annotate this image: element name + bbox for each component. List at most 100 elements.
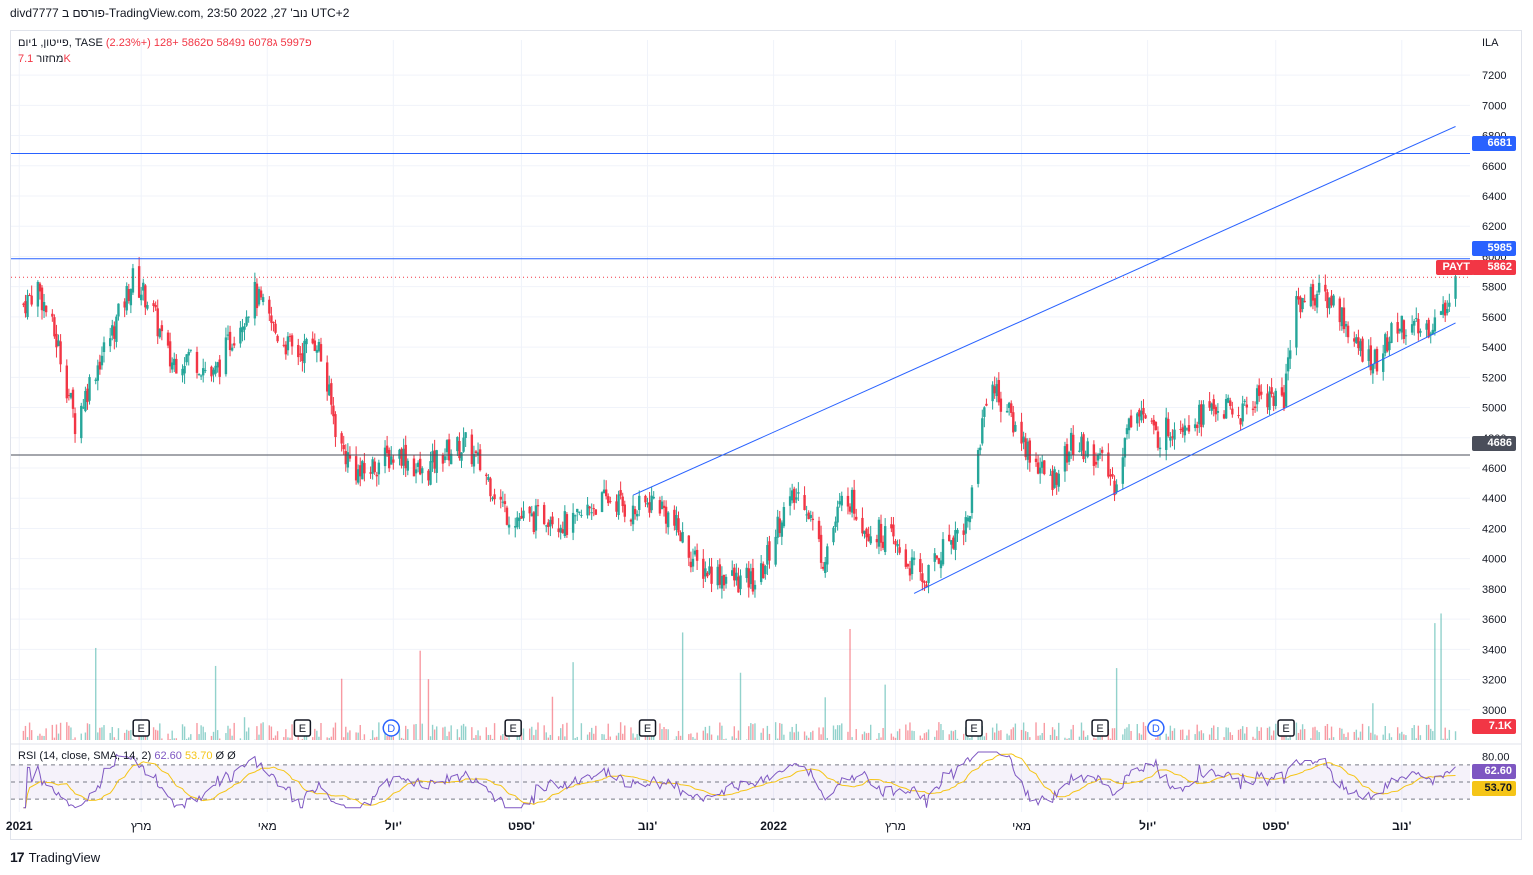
candle-body (218, 359, 221, 377)
candle-body (427, 470, 430, 481)
candle-body (652, 496, 655, 499)
candle-body (286, 336, 290, 351)
candle-body (170, 362, 174, 370)
candle-body (416, 462, 420, 467)
candle-body (272, 321, 275, 324)
candle-body (921, 573, 924, 582)
candle-body (1080, 436, 1083, 451)
candle-body (602, 489, 606, 494)
candle-body (1375, 348, 1379, 372)
earnings-marker-label: E (138, 723, 145, 735)
candle-body (865, 528, 868, 538)
channel-lower-line (913, 322, 1456, 594)
candle-body (257, 289, 261, 305)
candle-body (55, 333, 58, 348)
y-tick-label: 4000 (1482, 554, 1506, 566)
symbol-label[interactable]: פייטון, 1יום, TASE (18, 37, 103, 49)
candle-body (607, 496, 610, 504)
candle-body (675, 515, 678, 530)
candle-body (189, 349, 192, 351)
candle-body (702, 558, 705, 579)
candle-body (144, 285, 147, 308)
candle-body (762, 563, 765, 579)
candle-body (1152, 419, 1156, 426)
candle-body (542, 504, 546, 525)
candle-body (1253, 406, 1257, 408)
candle-body (183, 365, 186, 374)
candle-body (1270, 387, 1273, 395)
candle-body (710, 566, 713, 584)
candle-body (127, 289, 130, 301)
candle-body (658, 500, 662, 514)
candle-body (850, 489, 854, 513)
candle-body (348, 455, 352, 459)
earnings-marker-label: E (644, 723, 651, 735)
candle-body (768, 541, 771, 561)
rsi-label[interactable]: RSI (14, close, SMA, 14, 2) (18, 750, 151, 762)
candle-body (908, 568, 912, 576)
volume-label[interactable]: מחזור (36, 53, 63, 65)
candle-body (282, 344, 285, 346)
candle-body (354, 456, 358, 481)
candle-body (848, 506, 852, 512)
candle-body (199, 375, 203, 377)
candle-body (1328, 297, 1331, 309)
candle-body (154, 304, 157, 308)
candle-body (514, 526, 517, 528)
candle-body (1301, 297, 1304, 310)
candle-body (1043, 460, 1046, 475)
candle-body (1125, 428, 1129, 435)
candle-body (342, 444, 345, 450)
candle-body (950, 540, 953, 545)
candle-body (1355, 337, 1358, 344)
candle-body (387, 449, 391, 469)
candle-body (210, 366, 213, 377)
candle-body (1026, 441, 1029, 460)
candle-body (1057, 473, 1060, 487)
candle-body (863, 530, 866, 534)
channel-upper-line (632, 126, 1456, 496)
candle-body (912, 557, 916, 560)
y-tick-label: 6200 (1482, 221, 1506, 233)
candle-body (71, 389, 75, 409)
candle-body (881, 541, 885, 548)
candle-body (1400, 315, 1404, 333)
candle-body (1150, 420, 1153, 422)
candle-body (30, 295, 33, 305)
candle-body (875, 539, 879, 543)
candle-body (371, 459, 374, 474)
y-tick-label: 5000 (1482, 403, 1506, 415)
candle-body (84, 390, 87, 412)
candle-body (412, 458, 416, 477)
candle-body (1386, 337, 1389, 352)
candle-body (1200, 404, 1203, 428)
candle-body (418, 458, 422, 475)
price-chart[interactable]: 3000320034003600380040004200440046004800… (0, 0, 1533, 875)
candle-body (1140, 410, 1143, 421)
last-price-badge: 5862 (1472, 260, 1516, 275)
candle-body (305, 338, 308, 345)
candle-body (98, 361, 102, 370)
x-tick-label: ספט' (1262, 819, 1289, 833)
candle-body (733, 567, 736, 581)
x-tick-label: מאי (258, 819, 277, 833)
candle-body (1326, 292, 1329, 309)
candle-body (650, 495, 653, 511)
candle-body (1444, 302, 1447, 316)
tradingview-logo-icon[interactable]: 17 (10, 849, 25, 865)
candle-body (896, 544, 899, 547)
candle-body (948, 534, 951, 542)
candle-body (1183, 425, 1187, 436)
candle-body (557, 528, 560, 532)
candle-body (1072, 434, 1075, 455)
candle-body (201, 368, 205, 376)
candle-body (1034, 458, 1038, 463)
rsi-sma-badge: 53.70 (1472, 781, 1516, 796)
candle-body (334, 414, 337, 438)
candle-body (633, 509, 637, 515)
brand-label[interactable]: TradingView (29, 850, 101, 865)
change-value: +128 (+2.23%) (105, 37, 179, 49)
candle-body (1330, 295, 1333, 306)
candle-body (966, 517, 970, 522)
candle-body (1065, 444, 1069, 463)
